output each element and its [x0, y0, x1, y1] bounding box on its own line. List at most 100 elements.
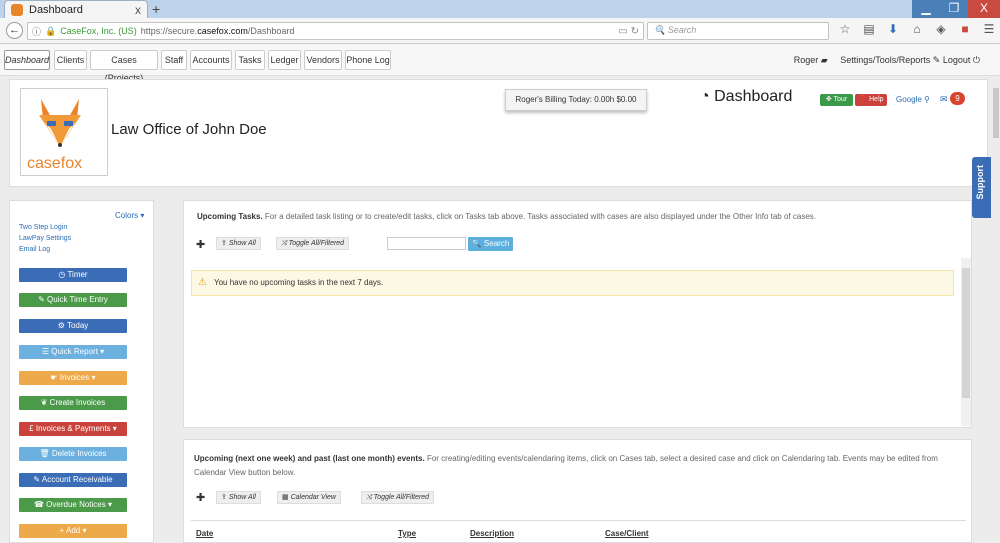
lock-icon: 🔒 — [45, 25, 57, 36]
events-show-all-button[interactable]: ⇪ Show All — [216, 491, 261, 504]
user-name-link[interactable]: Roger — [794, 55, 819, 65]
minimize-button[interactable]: ▁ — [912, 0, 940, 18]
pound-icon: £ — [29, 424, 34, 433]
maximize-button[interactable]: ❐ — [940, 0, 968, 18]
tab-dashboard[interactable]: Dashboard — [4, 50, 50, 70]
logout-link[interactable]: Logout — [943, 55, 971, 65]
info-icon[interactable]: ⓘ — [32, 25, 41, 38]
tab-close-icon[interactable]: x — [135, 3, 141, 17]
casefox-logo: casefox — [20, 88, 108, 176]
bookmark-star-icon[interactable]: ☆ — [838, 22, 852, 36]
window-controls: ▁ ❐ X — [912, 0, 1000, 18]
clock-icon: ◷ — [58, 270, 66, 279]
shuffle-icon: ⤨ — [366, 494, 372, 501]
page-scrollbar[interactable] — [992, 76, 1000, 543]
no-tasks-alert: ⚠ You have no upcoming tasks in the next … — [191, 270, 954, 296]
billing-today: Roger's Billing Today: 0.00h $0.00 — [505, 89, 647, 111]
today-button[interactable]: ⚙ Today — [19, 319, 127, 333]
tab-tasks[interactable]: Tasks — [235, 50, 265, 70]
delete-invoices-button[interactable]: 🗑 Delete Invoices — [19, 447, 127, 461]
tasks-search-button[interactable]: 🔍 Search — [468, 237, 513, 251]
download-icon[interactable]: ⬇ — [886, 22, 900, 36]
lawpay-settings-link[interactable]: LawPay Settings — [19, 235, 71, 242]
google-link[interactable]: Google ⚲ — [896, 95, 930, 104]
tasks-scrollbar[interactable] — [961, 258, 971, 426]
email-log-link[interactable]: Email Log — [19, 246, 50, 253]
overdue-notices-button[interactable]: ☎ Overdue Notices ▾ — [19, 498, 127, 512]
quick-report-button[interactable]: ☰ Quick Report ▾ — [19, 345, 127, 359]
pocket-icon[interactable]: ◈ — [934, 22, 948, 36]
timer-button[interactable]: ◷ Timer — [19, 268, 127, 282]
browser-titlebar — [0, 0, 1000, 18]
add-button[interactable]: + Add ▾ — [19, 524, 127, 538]
url-bar[interactable]: ⓘ 🔒 CaseFox, Inc. (US) https://secure.ca… — [27, 22, 644, 40]
reload-icon[interactable]: ▭ ↻ — [618, 26, 639, 37]
casefox-favicon-icon — [11, 3, 23, 16]
account-receivable-button[interactable]: ✎ Account Receivable — [19, 473, 127, 487]
two-step-login-link[interactable]: Two Step Login — [19, 224, 67, 231]
home-icon[interactable]: ⌂ — [910, 22, 924, 36]
calendar-view-button[interactable]: ▦ Calendar View — [277, 491, 341, 504]
invoices-payments-button[interactable]: £ Invoices & Payments ▾ — [19, 422, 127, 436]
tab-accounts[interactable]: Accounts — [190, 50, 232, 70]
colors-dropdown[interactable]: Colors ▾ — [115, 211, 144, 220]
events-table-header: Date Type Description Case/Client — [191, 520, 966, 538]
tasks-show-all-button[interactable]: ⇪ Show All — [216, 237, 261, 250]
quick-time-entry-button[interactable]: ✎ Quick Time Entry — [19, 293, 127, 307]
notification-badge[interactable]: 9 — [950, 92, 965, 105]
extension-icon[interactable]: ■ — [958, 22, 972, 36]
tab-title: Dashboard — [29, 3, 83, 16]
tasks-toggle-button[interactable]: ⤨ Toggle All/Filtered — [276, 237, 350, 250]
close-window-button[interactable]: X — [968, 0, 1000, 18]
create-invoices-button[interactable]: ❦ Create Invoices — [19, 396, 127, 410]
phone-icon: ☎ — [33, 500, 44, 509]
events-toggle-button[interactable]: ⤨ Toggle All/Filtered — [361, 491, 435, 504]
support-tab[interactable]: Support — [972, 157, 991, 218]
list-icon: ☰ — [41, 347, 49, 356]
user-menu: Roger ▰ Settings/Tools/Reports ✎ Logout … — [794, 55, 980, 66]
fox-logo-icon: casefox — [27, 99, 82, 172]
add-event-icon[interactable]: ✚ — [196, 491, 205, 504]
browser-tab[interactable]: Dashboard x — [4, 0, 148, 18]
tab-vendors[interactable]: Vendors — [304, 50, 342, 70]
tasks-panel-heading: Upcoming Tasks. For a detailed task list… — [197, 212, 816, 221]
shuffle-icon: ⤨ — [281, 240, 287, 247]
add-task-icon[interactable]: ✚ — [196, 238, 205, 251]
leaf-icon: ❦ — [40, 398, 48, 407]
mail-icon[interactable]: ✉ — [940, 94, 948, 105]
tab-cases[interactable]: Cases (Projects) — [90, 50, 158, 83]
calendar-icon: ▦ — [282, 494, 289, 501]
browser-search-input[interactable]: 🔍 Search — [647, 22, 829, 40]
new-tab-button[interactable]: + — [152, 1, 160, 17]
reading-list-icon[interactable]: ▤ — [862, 22, 876, 36]
menu-icon[interactable]: ☰ — [982, 22, 996, 36]
wrench-icon: ✎ — [932, 55, 941, 65]
chat-icon: ▰ — [820, 55, 828, 65]
column-type[interactable]: Type — [398, 529, 416, 538]
pencil-icon: ✎ — [33, 475, 41, 484]
page-scroll-thumb[interactable] — [993, 88, 999, 138]
tour-button[interactable]: ✥ Tour — [820, 94, 853, 106]
column-date[interactable]: Date — [196, 529, 213, 538]
url-organization: CaseFox, Inc. (US) — [60, 26, 137, 36]
settings-link[interactable]: Settings/Tools/Reports — [840, 55, 930, 65]
page-title: ◔ Dashboard — [700, 88, 793, 105]
link-icon: ⚲ — [924, 95, 930, 104]
help-button[interactable]: ❓ Help — [855, 94, 887, 106]
gear-icon: ⚙ — [57, 321, 65, 330]
tab-clients[interactable]: Clients — [54, 50, 87, 70]
plus-icon: + — [59, 526, 65, 535]
back-arrow-icon[interactable]: ← — [6, 22, 23, 39]
column-case-client[interactable]: Case/Client — [605, 529, 649, 538]
invoices-button[interactable]: ☛ Invoices ▾ — [19, 371, 127, 385]
firm-name: Law Office of John Doe — [111, 121, 267, 138]
tab-ledger[interactable]: Ledger — [268, 50, 301, 70]
tasks-search-input[interactable] — [387, 237, 466, 250]
tab-staff[interactable]: Staff — [161, 50, 187, 70]
column-description[interactable]: Description — [470, 529, 514, 538]
pencil-icon: ✎ — [38, 295, 45, 304]
svg-text:casefox: casefox — [27, 155, 82, 172]
power-icon: ⏻ — [972, 55, 980, 65]
tab-phone-log[interactable]: Phone Log — [345, 50, 391, 70]
tasks-scroll-thumb[interactable] — [962, 268, 970, 398]
